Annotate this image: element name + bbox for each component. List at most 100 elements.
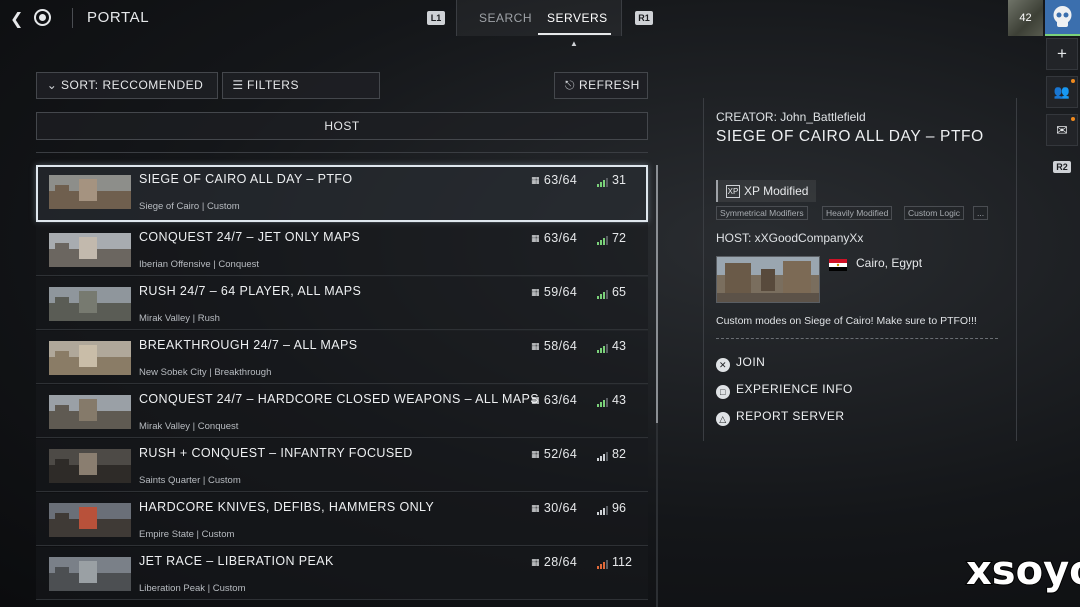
players-icon: ▦ (531, 175, 540, 185)
active-tab-indicator (538, 33, 611, 35)
players-icon: ▦ (531, 503, 540, 513)
filters-label: FILTERS (247, 78, 299, 92)
back-chevron-icon[interactable]: ❮ (10, 9, 23, 29)
top-bar: ❮ PORTAL L1 SEARCH SERVERS ▲ R1 (0, 0, 1080, 48)
tab-bar: SEARCH SERVERS ▲ (456, 0, 622, 48)
experience-info-button[interactable]: □ EXPERIENCE INFO (716, 382, 853, 399)
player-count-text: 58/64 (543, 339, 578, 353)
server-details-panel: CREATOR: John_Battlefield SIEGE OF CAIRO… (703, 98, 1017, 441)
signal-bars-icon (597, 447, 609, 461)
experience-info-label: EXPERIENCE INFO (736, 382, 853, 396)
ping: 31 (597, 173, 626, 187)
modifier-tag: Heavily Modified (822, 206, 893, 220)
player-level[interactable]: 42 (1008, 0, 1043, 36)
signal-bars-icon (597, 173, 609, 187)
add-plus-icon[interactable]: + (1046, 38, 1078, 70)
player-count: ▦ 52/64 (531, 447, 577, 461)
players-icon: ▦ (531, 287, 540, 297)
map-thumbnail (49, 287, 131, 321)
cross-button-icon: ✕ (716, 358, 730, 372)
server-row[interactable]: RUSH 24/7 – 64 PLAYER, ALL MAPS Mirak Val… (36, 277, 648, 330)
ping: 43 (597, 339, 626, 353)
mail-icon[interactable]: ✉ (1046, 114, 1078, 146)
ping-text: 43 (612, 339, 626, 353)
player-count-text: 52/64 (543, 447, 578, 461)
xp-label: XP Modified (744, 184, 809, 198)
friends-icon[interactable]: 👥 (1046, 76, 1078, 108)
signal-bars-icon (597, 555, 609, 569)
signal-bars-icon (597, 285, 609, 299)
server-row[interactable]: RUSH + CONQUEST – INFANTRY FOCUSED Saints… (36, 439, 648, 492)
server-map-mode: Siege of Cairo | Custom (139, 201, 240, 212)
report-server-label: REPORT SERVER (736, 409, 845, 423)
tab-servers[interactable]: SERVERS (547, 11, 608, 25)
l1-button-icon[interactable]: L1 (427, 11, 445, 25)
refresh-button[interactable]: ⎋ REFRESH (554, 72, 648, 99)
server-description: Custom modes on Siege of Cairo! Make sur… (716, 315, 977, 327)
join-button[interactable]: ✕ JOIN (716, 355, 765, 372)
player-count-text: 59/64 (543, 285, 578, 299)
scrollbar-thumb[interactable] (656, 165, 658, 423)
signal-bars-icon (597, 393, 609, 407)
server-name: RUSH 24/7 – 64 PLAYER, ALL MAPS (139, 284, 362, 298)
host-button[interactable]: HOST (36, 112, 648, 140)
page-title: PORTAL (87, 9, 150, 26)
server-row[interactable]: HARDCORE KNIVES, DEFIBS, HAMMERS ONLY Emp… (36, 493, 648, 546)
map-thumbnail (49, 395, 131, 429)
filters-button[interactable]: ☰ FILTERS (222, 72, 380, 99)
target-icon[interactable] (34, 9, 51, 26)
server-map-mode: Mirak Valley | Rush (139, 313, 220, 324)
server-location: Cairo, Egypt (856, 256, 923, 270)
map-thumbnail (49, 503, 131, 537)
creator-label: CREATOR: John_Battlefield (716, 110, 866, 124)
modifier-tag: Custom Logic (904, 206, 964, 220)
square-button-icon: □ (716, 385, 730, 399)
server-map-mode: Liberation Peak | Custom (139, 583, 246, 594)
avatar[interactable] (1045, 0, 1080, 36)
player-count-text: 63/64 (543, 393, 578, 407)
server-name: BREAKTHROUGH 24/7 – ALL MAPS (139, 338, 358, 352)
server-row[interactable]: CONQUEST 24/7 – HARDCORE CLOSED WEAPONS … (36, 385, 648, 438)
map-thumbnail (49, 341, 131, 375)
ping-text: 96 (612, 501, 626, 515)
chevron-down-icon: ⌄ (46, 78, 58, 92)
triangle-button-icon: △ (716, 412, 730, 426)
ping-text: 31 (612, 173, 626, 187)
ping: 96 (597, 501, 626, 515)
players-icon: ▦ (531, 341, 540, 351)
caret-up-icon: ▲ (570, 39, 578, 48)
signal-bars-icon (597, 231, 609, 245)
egypt-flag-icon (829, 258, 847, 271)
player-count: ▦ 63/64 (531, 173, 577, 187)
server-map-mode: Iberian Offensive | Conquest (139, 259, 260, 270)
r2-button-icon[interactable]: R2 (1046, 152, 1078, 184)
server-name: HARDCORE KNIVES, DEFIBS, HAMMERS ONLY (139, 500, 435, 514)
divider (716, 338, 998, 339)
r1-button-icon[interactable]: R1 (635, 11, 653, 25)
divider (72, 8, 73, 28)
server-row[interactable]: SIEGE OF CAIRO ALL DAY – PTFO Siege of Ca… (36, 165, 648, 222)
map-thumbnail (49, 557, 131, 591)
player-count: ▦ 59/64 (531, 285, 577, 299)
ping: 65 (597, 285, 626, 299)
ping-text: 65 (612, 285, 626, 299)
watermark: xsoyo (965, 547, 1080, 595)
server-row[interactable]: CONQUEST 24/7 – JET ONLY MAPS Iberian Off… (36, 223, 648, 276)
players-icon: ▦ (531, 395, 540, 405)
server-row[interactable]: JET RACE – LIBERATION PEAK Liberation Pea… (36, 547, 648, 600)
tab-search[interactable]: SEARCH (479, 11, 532, 25)
report-server-button[interactable]: △ REPORT SERVER (716, 409, 845, 426)
server-row[interactable]: BREAKTHROUGH 24/7 – ALL MAPS New Sobek Ci… (36, 331, 648, 384)
player-count: ▦ 63/64 (531, 231, 577, 245)
modifier-tag: Symmetrical Modifiers (716, 206, 808, 220)
sort-dropdown[interactable]: ⌄ SORT: RECCOMENDED (36, 72, 218, 99)
ping: 82 (597, 447, 626, 461)
more-tags[interactable]: ... (973, 206, 989, 220)
server-map-mode: Empire State | Custom (139, 529, 235, 540)
xp-badge: XP XP Modified (716, 180, 817, 202)
sort-label: SORT: RECCOMENDED (61, 78, 204, 92)
server-name: SIEGE OF CAIRO ALL DAY – PTFO (139, 172, 353, 186)
player-count-text: 63/64 (543, 173, 578, 187)
host-label: HOST: xXGoodCompanyXx (716, 231, 864, 245)
player-count: ▦ 30/64 (531, 501, 577, 515)
